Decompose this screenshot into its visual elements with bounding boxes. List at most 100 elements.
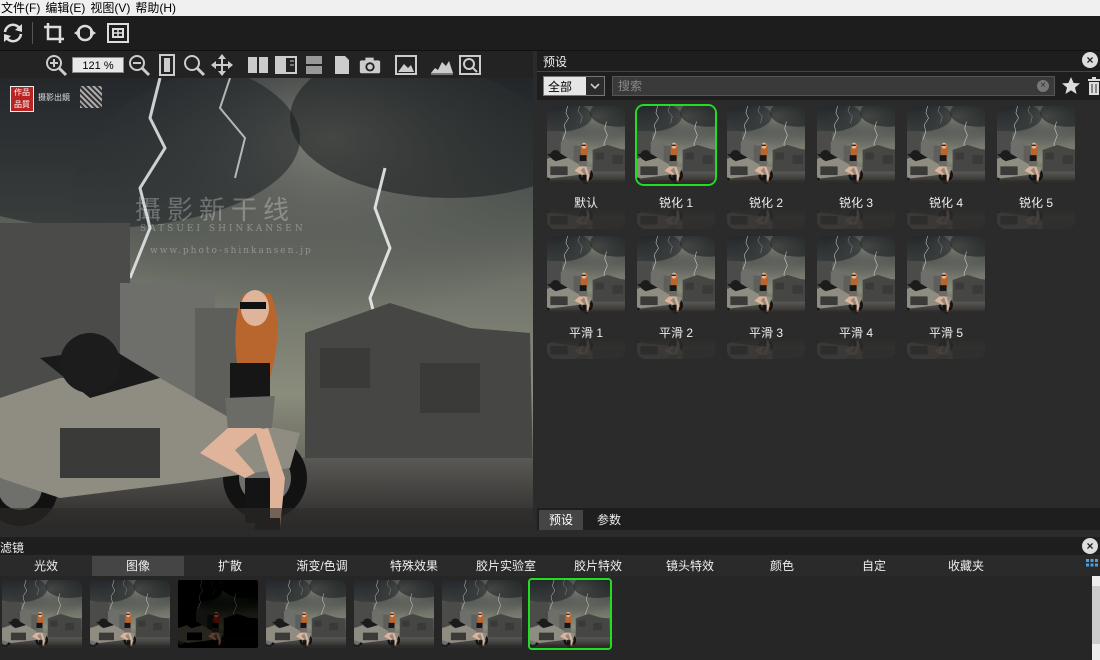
rotate-icon[interactable] [72,20,98,46]
main-toolbar [0,16,1100,51]
filter-panel-header: 滤镜 × [0,537,1100,555]
preset-reflection [817,207,895,229]
magnifier-icon[interactable] [182,53,206,77]
main-photo [0,78,533,530]
watermark-title: 攝影新干线 [135,196,296,226]
preset-item[interactable]: 平滑 5 [905,234,987,359]
zoom-in-icon[interactable] [44,53,68,77]
filter-thumbnail[interactable] [528,578,612,650]
zoom-level-field[interactable]: 121 % [72,57,124,73]
seal-badge-text: 作品品質 [14,88,30,109]
filter-thumbnail[interactable] [440,578,524,650]
close-icon[interactable]: × [1082,52,1098,68]
fit-icon[interactable] [105,20,131,46]
filter-tab[interactable]: 自定 [828,556,920,576]
preset-thumbnail[interactable] [725,234,807,316]
presets-filter-row: 全部 搜索 × [537,72,1100,100]
viewer-toolbar: 121 % [0,51,533,78]
pan-icon[interactable] [210,53,234,77]
filter-thumbnail-strip [0,576,1092,660]
camera-icon[interactable] [358,53,382,77]
filter-thumbnail[interactable] [0,578,84,650]
filter-scrollbar[interactable] [1092,576,1100,660]
search-input[interactable]: 搜索 × [612,76,1055,96]
fit-height-icon[interactable] [155,53,179,77]
filter-panel-title: 滤镜 [0,541,25,555]
image-preview-icon[interactable] [394,53,418,77]
filter-tab[interactable]: 光效 [0,556,92,576]
preset-item[interactable]: 锐化 4 [905,104,987,229]
preset-item[interactable]: 平滑 1 [545,234,627,359]
filter-tab[interactable]: 渐变/色调 [276,556,368,576]
filter-tab[interactable]: 收藏夹 [920,556,1012,576]
filter-tab[interactable]: 镜头特效 [644,556,736,576]
preset-thumbnail[interactable] [635,104,717,186]
preset-reflection [547,207,625,229]
filter-thumbnail[interactable] [264,578,348,650]
preset-reflection [547,337,625,359]
side-by-side-icon[interactable] [274,53,298,77]
menu-edit[interactable]: 编辑(E) [44,0,89,16]
trash-icon[interactable] [1087,76,1100,96]
preset-thumbnail[interactable] [905,234,987,316]
zoom-out-icon[interactable] [127,53,151,77]
star-icon[interactable] [1061,76,1081,96]
preset-item[interactable]: 默认 [545,104,627,229]
filter-tab[interactable]: 特殊效果 [368,556,460,576]
close-icon[interactable]: × [1082,538,1098,554]
category-value: 全部 [548,80,573,94]
image-viewer[interactable]: 作品品質 摄影出鏡 攝影新干线 SATSUEI SHINKANSEN www.p… [0,78,533,530]
preset-thumbnail[interactable] [815,104,897,186]
preset-thumbnail[interactable] [545,104,627,186]
crop-icon[interactable] [41,20,67,46]
presets-panel-title: 预设 [543,55,568,69]
tab-presets[interactable]: 预设 [539,510,583,530]
filter-thumbnail[interactable] [352,578,436,650]
grid-view-icon[interactable] [1086,559,1098,571]
preset-thumbnail[interactable] [905,104,987,186]
scroll-down-icon[interactable] [1092,644,1100,660]
chevron-down-icon [586,77,604,95]
zoom-value: 121 [82,60,101,72]
preset-item[interactable]: 平滑 2 [635,234,717,359]
filter-category-tabs: 光效 图像 扩散 渐变/色调 特殊效果 胶片实验室 胶片特效 镜头特效 颜色 自定 收藏夹 [0,556,1100,576]
watermark-subtitle: SATSUEI SHINKANSEN [140,224,306,234]
preset-item[interactable]: 锐化 1 [635,104,717,229]
preset-reflection [907,337,985,359]
preset-thumbnail[interactable] [995,104,1077,186]
clear-search-icon[interactable]: × [1037,80,1049,92]
menu-help[interactable]: 帮助(H) [134,0,180,16]
preset-item[interactable]: 锐化 2 [725,104,807,229]
preset-item[interactable]: 平滑 4 [815,234,897,359]
scroll-up-icon[interactable] [1092,576,1100,586]
filter-tab[interactable]: 胶片特效 [552,556,644,576]
menu-file[interactable]: 文件(F) [0,0,44,16]
preset-thumbnail[interactable] [725,104,807,186]
filter-tab[interactable]: 图像 [92,556,184,576]
preset-item[interactable]: 锐化 3 [815,104,897,229]
menu-bar: 文件(F) 编辑(E) 视图(V) 帮助(H) [0,0,1100,16]
preset-tabs: 预设 参数 [537,508,1100,530]
before-after-icon[interactable] [302,53,326,77]
preset-reflection [727,207,805,229]
category-dropdown[interactable]: 全部 [543,76,605,96]
menu-view[interactable]: 视图(V) [89,0,134,16]
filter-tab[interactable]: 扩散 [184,556,276,576]
filter-tab[interactable]: 胶片实验室 [460,556,552,576]
filter-thumbnail[interactable] [88,578,172,650]
watermark-url: www.photo-shinkansen.jp [150,246,313,256]
refresh-icon[interactable] [0,20,26,46]
filter-thumbnail[interactable] [176,578,260,650]
loupe-icon[interactable] [458,53,482,77]
preset-thumbnail[interactable] [545,234,627,316]
histogram-icon[interactable] [430,53,454,77]
preset-thumbnail[interactable] [635,234,717,316]
preset-thumbnail[interactable] [815,234,897,316]
preset-grid: 默认 锐化 1 锐化 2 锐化 3 锐化 4 锐化 5 平滑 1 平滑 2 平滑 3 平滑 4 平滑… [537,100,1100,508]
filter-tab[interactable]: 颜色 [736,556,828,576]
preset-item[interactable]: 平滑 3 [725,234,807,359]
preset-item[interactable]: 锐化 5 [995,104,1077,229]
split-view-icon[interactable] [246,53,270,77]
tab-parameters[interactable]: 参数 [587,510,631,530]
single-view-icon[interactable] [330,53,354,77]
